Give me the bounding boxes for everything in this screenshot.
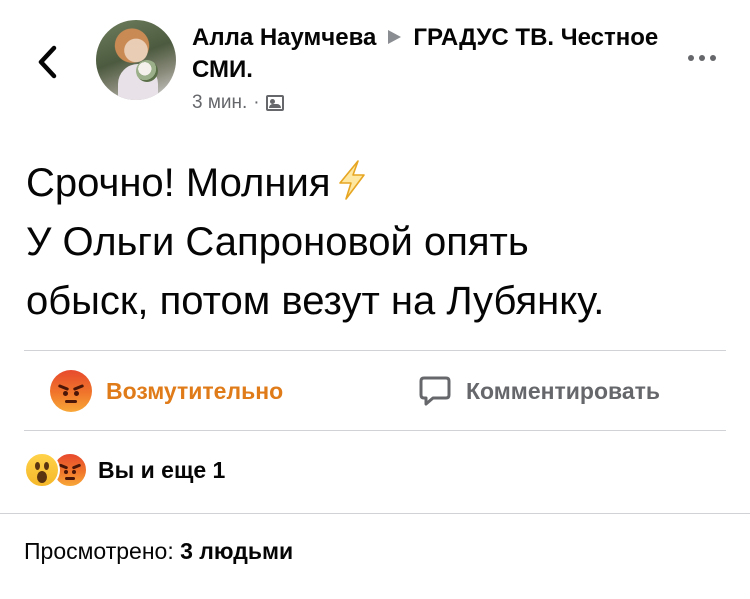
- author-line: Алла Наумчева ГРАДУС ТВ. Честное СМИ.: [192, 22, 662, 86]
- reaction-button[interactable]: Возмутительно: [50, 370, 283, 412]
- more-options-button[interactable]: [682, 46, 722, 70]
- reaction-label: Возмутительно: [106, 377, 284, 404]
- reactions-summary[interactable]: Вы и еще 1: [24, 448, 225, 492]
- action-bar: Возмутительно Комментировать: [0, 352, 750, 430]
- views-label: Просмотрено:: [24, 538, 174, 564]
- chevron-left-icon: [38, 45, 57, 79]
- post-body: Срочно! Молния У Ольги Сапроновой опять …: [26, 154, 726, 331]
- post-meta: 3 мин. ·: [192, 92, 284, 114]
- reactions-count-text: Вы и еще 1: [98, 456, 226, 483]
- avatar[interactable]: [96, 20, 176, 100]
- divider: [0, 513, 750, 514]
- meta-separator: ·: [253, 92, 260, 113]
- post-line-2: У Ольги Сапроновой опять: [26, 220, 529, 264]
- views-count: 3 людьми: [180, 538, 294, 564]
- views-summary[interactable]: Просмотрено: 3 людьми: [24, 538, 293, 565]
- back-button[interactable]: [30, 42, 64, 82]
- post-time[interactable]: 3 мин.: [192, 92, 247, 114]
- post-line-1: Срочно! Молния: [26, 154, 726, 213]
- angry-reaction-icon: [50, 370, 92, 412]
- group-icon: [265, 95, 284, 111]
- divider: [24, 350, 726, 351]
- divider: [24, 430, 726, 431]
- lightning-icon: [339, 160, 366, 200]
- triangle-right-icon: [388, 30, 402, 44]
- comment-bubble-icon: [419, 376, 451, 406]
- comment-button[interactable]: Комментировать: [418, 370, 660, 412]
- comment-label: Комментировать: [466, 377, 661, 404]
- post-header: Алла Наумчева ГРАДУС ТВ. Честное СМИ. 3 м…: [0, 0, 750, 140]
- author-name[interactable]: Алла Наумчева: [192, 24, 376, 51]
- more-horizontal-icon: [688, 55, 694, 61]
- wow-reaction-icon: [24, 452, 60, 488]
- post-line-3: обыск, потом везут на Лубянку.: [26, 279, 605, 323]
